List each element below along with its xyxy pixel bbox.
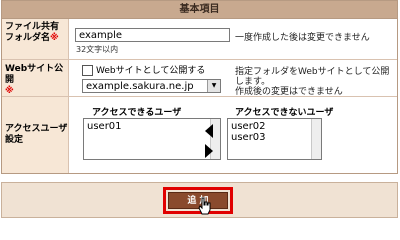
panel-title: 基本項目 [2,1,397,19]
list-item[interactable]: user02 [231,121,318,132]
folder-name-row: ファイル共有 フォルダ名※ example 32文字以内 一度作成した後は変更で… [2,19,397,60]
web-publish-remark-line1: 指定フォルダをWebサイトとして公開します。 [235,67,390,87]
required-mark: ※ [5,86,14,96]
access-users-label: アクセスユーザ 設定 [2,97,69,173]
folder-name-remark: 一度作成した後は変更できません [235,33,370,43]
folder-name-label: ファイル共有 フォルダ名※ [2,19,69,59]
folder-name-input[interactable]: example [75,28,230,42]
move-right-arrow-icon[interactable] [205,144,213,158]
hand-cursor-icon [198,197,211,215]
scrollbar[interactable] [311,119,321,159]
list-item[interactable]: user03 [231,132,318,143]
basic-settings-panel: 基本項目 ファイル共有 フォルダ名※ example 32文字以内 一度作成した… [1,0,398,174]
web-publish-label-text: Webサイト公開 [5,64,64,85]
folder-name-label-line2: フォルダ名 [5,33,51,43]
allowed-users-header: アクセスできるユーザ [92,108,182,118]
folder-name-value-cell: example 32文字以内 一度作成した後は変更できません [72,19,397,59]
folder-name-limit-note: 32文字以内 [76,45,119,54]
folder-name-input-value: example [79,30,123,41]
denied-users-list[interactable]: user02 user03 [227,118,322,160]
publish-web-checkbox[interactable] [82,65,93,76]
allowed-users-list[interactable]: user01 [83,118,221,160]
domain-select-value: example.sakura.ne.jp [86,81,194,92]
web-publish-label: Webサイト公開 ※ [2,60,69,96]
move-left-arrow-icon[interactable] [205,124,213,138]
web-publish-row: Webサイト公開 ※ Webサイトとして公開する example.sakura.… [2,60,397,97]
access-users-row: アクセスユーザ 設定 アクセスできるユーザ user01 アクセスできないユーザ… [2,97,397,173]
web-publish-remark: 指定フォルダをWebサイトとして公開します。 作成後の変更はできません [235,67,397,97]
chevron-down-icon: ▼ [207,80,220,92]
access-users-label-line2: 設定 [5,135,24,145]
folder-name-label-line1: ファイル共有 [5,22,60,32]
access-users-value-cell: アクセスできるユーザ user01 アクセスできないユーザ user02 use… [72,97,397,173]
web-publish-remark-line2: 作成後の変更はできません [235,87,343,97]
denied-users-header: アクセスできないユーザ [235,108,334,118]
list-item[interactable]: user01 [87,121,217,132]
publish-web-checkbox-label: Webサイトとして公開する [96,66,206,76]
required-mark: ※ [50,33,59,43]
access-users-label-line1: アクセスユーザ [5,124,68,134]
web-publish-value-cell: Webサイトとして公開する example.sakura.ne.jp ▼ 指定フ… [72,60,397,97]
domain-select[interactable]: example.sakura.ne.jp ▼ [82,79,221,93]
